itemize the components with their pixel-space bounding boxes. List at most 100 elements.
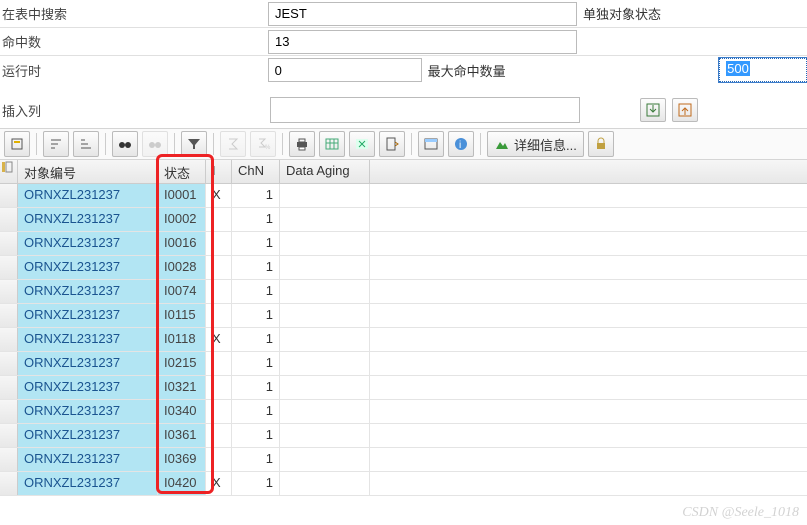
- refresh-button[interactable]: [4, 131, 30, 157]
- table-row[interactable]: ORNXZL231237I02151: [0, 352, 807, 376]
- insert-col-label: 插入列: [0, 97, 268, 124]
- lock-button[interactable]: [588, 131, 614, 157]
- row-selector[interactable]: [0, 280, 18, 303]
- row-selector[interactable]: [0, 376, 18, 399]
- cell-status: I0118: [158, 328, 206, 351]
- cell-object: ORNXZL231237: [18, 208, 158, 231]
- export-icon-button[interactable]: [672, 98, 698, 122]
- hits-input[interactable]: [268, 30, 577, 54]
- row-selector[interactable]: [0, 448, 18, 471]
- table-row[interactable]: ORNXZL231237I0420X1: [0, 472, 807, 496]
- binoculars-icon: [117, 136, 133, 152]
- cell-data-aging: [280, 232, 370, 255]
- cell-status: I0340: [158, 400, 206, 423]
- table-row[interactable]: ORNXZL231237I0016 1: [0, 232, 807, 256]
- row-selector[interactable]: [0, 328, 18, 351]
- col-object[interactable]: 对象编号: [18, 160, 158, 183]
- cell-chn: 1: [232, 280, 280, 303]
- detail-button[interactable]: 详细信息...: [487, 131, 584, 157]
- cell-chn: 1: [232, 400, 280, 423]
- col-i[interactable]: I: [206, 160, 232, 183]
- print-button[interactable]: [289, 131, 315, 157]
- cell-object: ORNXZL231237: [18, 352, 158, 375]
- cell-i: [206, 256, 232, 279]
- export-file-button[interactable]: [379, 131, 405, 157]
- svg-text:i: i: [459, 140, 461, 151]
- table-row[interactable]: ORNXZL231237I0001X1: [0, 184, 807, 208]
- cell-data-aging: [280, 448, 370, 471]
- import-icon-button[interactable]: [640, 98, 666, 122]
- sort-asc-button[interactable]: [43, 131, 69, 157]
- runtime-input[interactable]: [268, 58, 422, 82]
- search-table-input[interactable]: [268, 2, 577, 26]
- cell-i: X: [206, 472, 232, 495]
- cell-chn: 1: [232, 448, 280, 471]
- row-selector[interactable]: [0, 256, 18, 279]
- search-desc: 单独对象状态: [577, 2, 667, 25]
- table-row[interactable]: ORNXZL231237I03611: [0, 424, 807, 448]
- cell-object: ORNXZL231237: [18, 280, 158, 303]
- row-selector[interactable]: [0, 352, 18, 375]
- table-row[interactable]: ORNXZL231237I03401: [0, 400, 807, 424]
- subtotal-button[interactable]: %: [250, 131, 276, 157]
- table-row[interactable]: ORNXZL231237I03211: [0, 376, 807, 400]
- cell-object: ORNXZL231237: [18, 472, 158, 495]
- grid-toolbar: % i 详细信息...: [0, 128, 807, 160]
- row-selector[interactable]: [0, 208, 18, 231]
- row-selector[interactable]: [0, 232, 18, 255]
- row-selector[interactable]: [0, 184, 18, 207]
- cell-status: I0074: [158, 280, 206, 303]
- cell-chn: 1: [232, 376, 280, 399]
- cell-data-aging: [280, 256, 370, 279]
- table-row[interactable]: ORNXZL231237I01151: [0, 304, 807, 328]
- cell-i: [206, 376, 232, 399]
- row-selector-header[interactable]: [0, 160, 18, 183]
- find-next-button[interactable]: [142, 131, 168, 157]
- table-row[interactable]: ORNXZL231237I00281: [0, 256, 807, 280]
- cell-chn: 1: [232, 256, 280, 279]
- row-selector[interactable]: [0, 304, 18, 327]
- insert-col-input[interactable]: [270, 97, 580, 123]
- row-selector[interactable]: [0, 400, 18, 423]
- sort-asc-icon: [48, 136, 64, 152]
- cell-data-aging: [280, 328, 370, 351]
- info-button[interactable]: i: [448, 131, 474, 157]
- cell-data-aging: [280, 424, 370, 447]
- sigma-sub-icon: %: [255, 136, 271, 152]
- sort-desc-button[interactable]: [73, 131, 99, 157]
- export-xls-button[interactable]: [349, 131, 375, 157]
- sum-button[interactable]: [220, 131, 246, 157]
- col-chn[interactable]: ChN: [232, 160, 280, 183]
- cell-object: ORNXZL231237: [18, 232, 158, 255]
- row-selector[interactable]: [0, 472, 18, 495]
- cell-status: I0016: [158, 232, 206, 255]
- find-button[interactable]: [112, 131, 138, 157]
- filter-button[interactable]: [181, 131, 207, 157]
- cell-object: ORNXZL231237: [18, 328, 158, 351]
- layout-button[interactable]: [418, 131, 444, 157]
- table-row[interactable]: ORNXZL231237I0118X1: [0, 328, 807, 352]
- binoculars-dim-icon: [147, 136, 163, 152]
- table-row[interactable]: ORNXZL231237I03691: [0, 448, 807, 472]
- cell-chn: 1: [232, 352, 280, 375]
- excel-icon: [354, 136, 370, 152]
- view-button[interactable]: [319, 131, 345, 157]
- row-selector[interactable]: [0, 424, 18, 447]
- import-icon: [645, 102, 661, 118]
- cell-chn: 1: [232, 232, 280, 255]
- cell-data-aging: [280, 352, 370, 375]
- cell-chn: 1: [232, 328, 280, 351]
- info-icon: i: [453, 136, 469, 152]
- col-status[interactable]: 状态: [158, 160, 206, 183]
- table-row[interactable]: ORNXZL231237I0074 1: [0, 280, 807, 304]
- table-row[interactable]: ORNXZL231237I00021: [0, 208, 807, 232]
- cell-object: ORNXZL231237: [18, 424, 158, 447]
- cell-object: ORNXZL231237: [18, 448, 158, 471]
- grid-header: 对象编号 状态 I ChN Data Aging: [0, 160, 807, 184]
- col-data-aging[interactable]: Data Aging: [280, 160, 370, 183]
- cell-data-aging: [280, 280, 370, 303]
- layout-icon: [423, 136, 439, 152]
- max-hits-input[interactable]: 500: [719, 58, 807, 82]
- grid-icon: [324, 136, 340, 152]
- cell-chn: 1: [232, 208, 280, 231]
